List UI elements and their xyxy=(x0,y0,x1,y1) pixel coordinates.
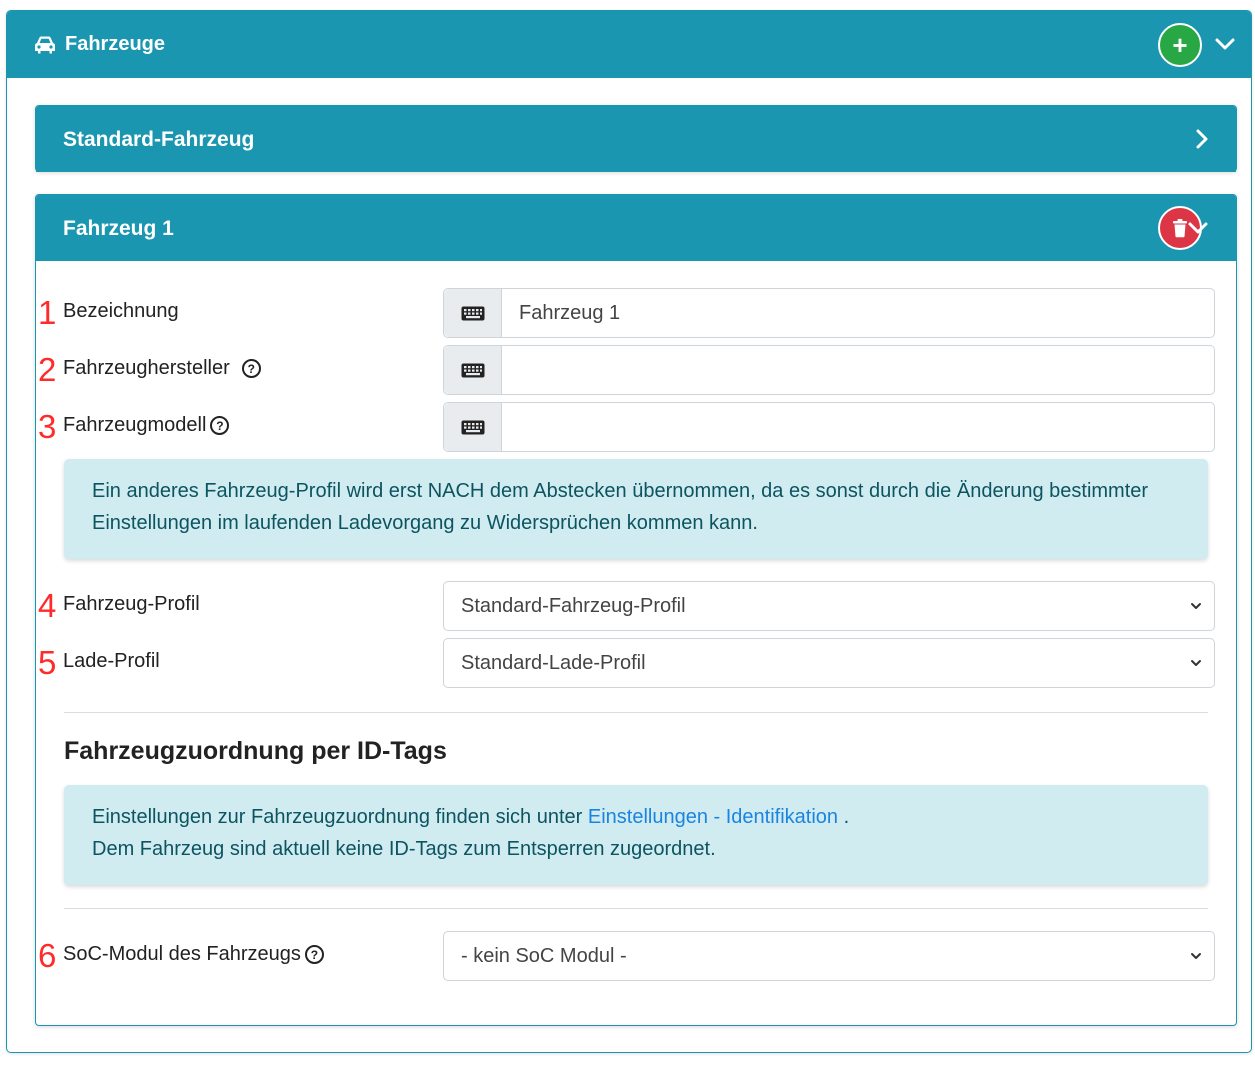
bezeichnung-field xyxy=(443,288,1215,338)
fahrzeug-profil-select[interactable]: Standard-Fahrzeug-Profil xyxy=(443,581,1215,631)
trash-icon xyxy=(1173,219,1187,238)
modell-label-text: Fahrzeugmodell xyxy=(63,414,207,436)
standard-vehicle-card: Standard-Fahrzeug xyxy=(35,105,1237,172)
vehicle-1-header[interactable]: Fahrzeug 1 xyxy=(36,195,1236,261)
annotation-number-4: 4 xyxy=(38,587,57,624)
chevron-right-icon[interactable] xyxy=(1194,128,1210,150)
hersteller-label: Fahrzeughersteller ? xyxy=(63,357,261,380)
annotation-number-6: 6 xyxy=(38,937,57,974)
lade-profil-label-text: Lade-Profil xyxy=(63,650,160,672)
chevron-down-icon[interactable] xyxy=(1187,220,1209,236)
help-icon[interactable]: ? xyxy=(304,945,324,964)
id-tags-heading: Fahrzeugzuordnung per ID-Tags xyxy=(64,737,447,765)
panel-title: Fahrzeuge xyxy=(33,33,165,56)
bezeichnung-label-text: Bezeichnung xyxy=(63,300,179,322)
soc-modul-value: - kein SoC Modul - xyxy=(461,944,627,967)
fahrzeug-profil-label-text: Fahrzeug-Profil xyxy=(63,593,200,615)
help-icon[interactable]: ? xyxy=(241,359,261,378)
keyboard-icon xyxy=(444,403,502,451)
soc-modul-select[interactable]: - kein SoC Modul - xyxy=(443,931,1215,981)
add-vehicle-button[interactable]: + xyxy=(1158,23,1202,67)
keyboard-icon xyxy=(444,289,502,337)
chevron-down-icon[interactable] xyxy=(1214,36,1236,52)
id-tags-text-after: . xyxy=(838,806,850,828)
divider xyxy=(64,908,1208,909)
annotation-number-2: 2 xyxy=(38,351,57,388)
plus-icon: + xyxy=(1172,30,1188,60)
car-icon xyxy=(35,36,55,53)
vehicles-panel: Fahrzeuge + Standard-Fahrzeug Fahrzeug 1 xyxy=(6,10,1252,1053)
identification-settings-link[interactable]: Einstellungen - Identifikation xyxy=(588,806,838,828)
hersteller-label-text: Fahrzeughersteller xyxy=(63,357,230,379)
lade-profil-value: Standard-Lade-Profil xyxy=(461,651,646,674)
panel-title-text: Fahrzeuge xyxy=(65,33,166,55)
hersteller-input[interactable] xyxy=(502,346,1214,394)
chevron-down-icon xyxy=(1191,953,1201,959)
vehicle-1-title: Fahrzeug 1 xyxy=(63,217,174,240)
bezeichnung-label: Bezeichnung xyxy=(63,300,179,323)
standard-vehicle-title: Standard-Fahrzeug xyxy=(63,128,255,151)
help-icon[interactable]: ? xyxy=(210,416,230,435)
id-tags-status-text: Dem Fahrzeug sind aktuell keine ID-Tags … xyxy=(92,838,716,860)
id-tags-info: Einstellungen zur Fahrzeugzuordnung find… xyxy=(64,785,1208,885)
standard-vehicle-header[interactable]: Standard-Fahrzeug xyxy=(36,106,1236,172)
divider xyxy=(64,712,1208,713)
annotation-number-1: 1 xyxy=(38,294,57,331)
hersteller-field xyxy=(443,345,1215,395)
fahrzeug-profil-value: Standard-Fahrzeug-Profil xyxy=(461,594,686,617)
annotation-number-3: 3 xyxy=(38,408,57,445)
profile-change-info: Ein anderes Fahrzeug-Profil wird erst NA… xyxy=(64,459,1208,559)
id-tags-text-before: Einstellungen zur Fahrzeugzuordnung find… xyxy=(92,806,588,828)
chevron-down-icon xyxy=(1191,660,1201,666)
modell-label: Fahrzeugmodell ? xyxy=(63,414,230,437)
vehicle-1-card: Fahrzeug 1 1 Bezeichnung 2 xyxy=(35,194,1237,1026)
lade-profil-select[interactable]: Standard-Lade-Profil xyxy=(443,638,1215,688)
chevron-down-icon xyxy=(1191,603,1201,609)
soc-modul-label: SoC-Modul des Fahrzeugs ? xyxy=(63,943,324,966)
soc-modul-label-text: SoC-Modul des Fahrzeugs xyxy=(63,943,301,965)
fahrzeug-profil-label: Fahrzeug-Profil xyxy=(63,593,200,616)
bezeichnung-input[interactable] xyxy=(502,289,1214,337)
modell-field xyxy=(443,402,1215,452)
keyboard-icon xyxy=(444,346,502,394)
lade-profil-label: Lade-Profil xyxy=(63,650,160,673)
annotation-number-5: 5 xyxy=(38,644,57,681)
modell-input[interactable] xyxy=(502,403,1214,451)
vehicles-panel-header[interactable]: Fahrzeuge + xyxy=(7,11,1251,78)
